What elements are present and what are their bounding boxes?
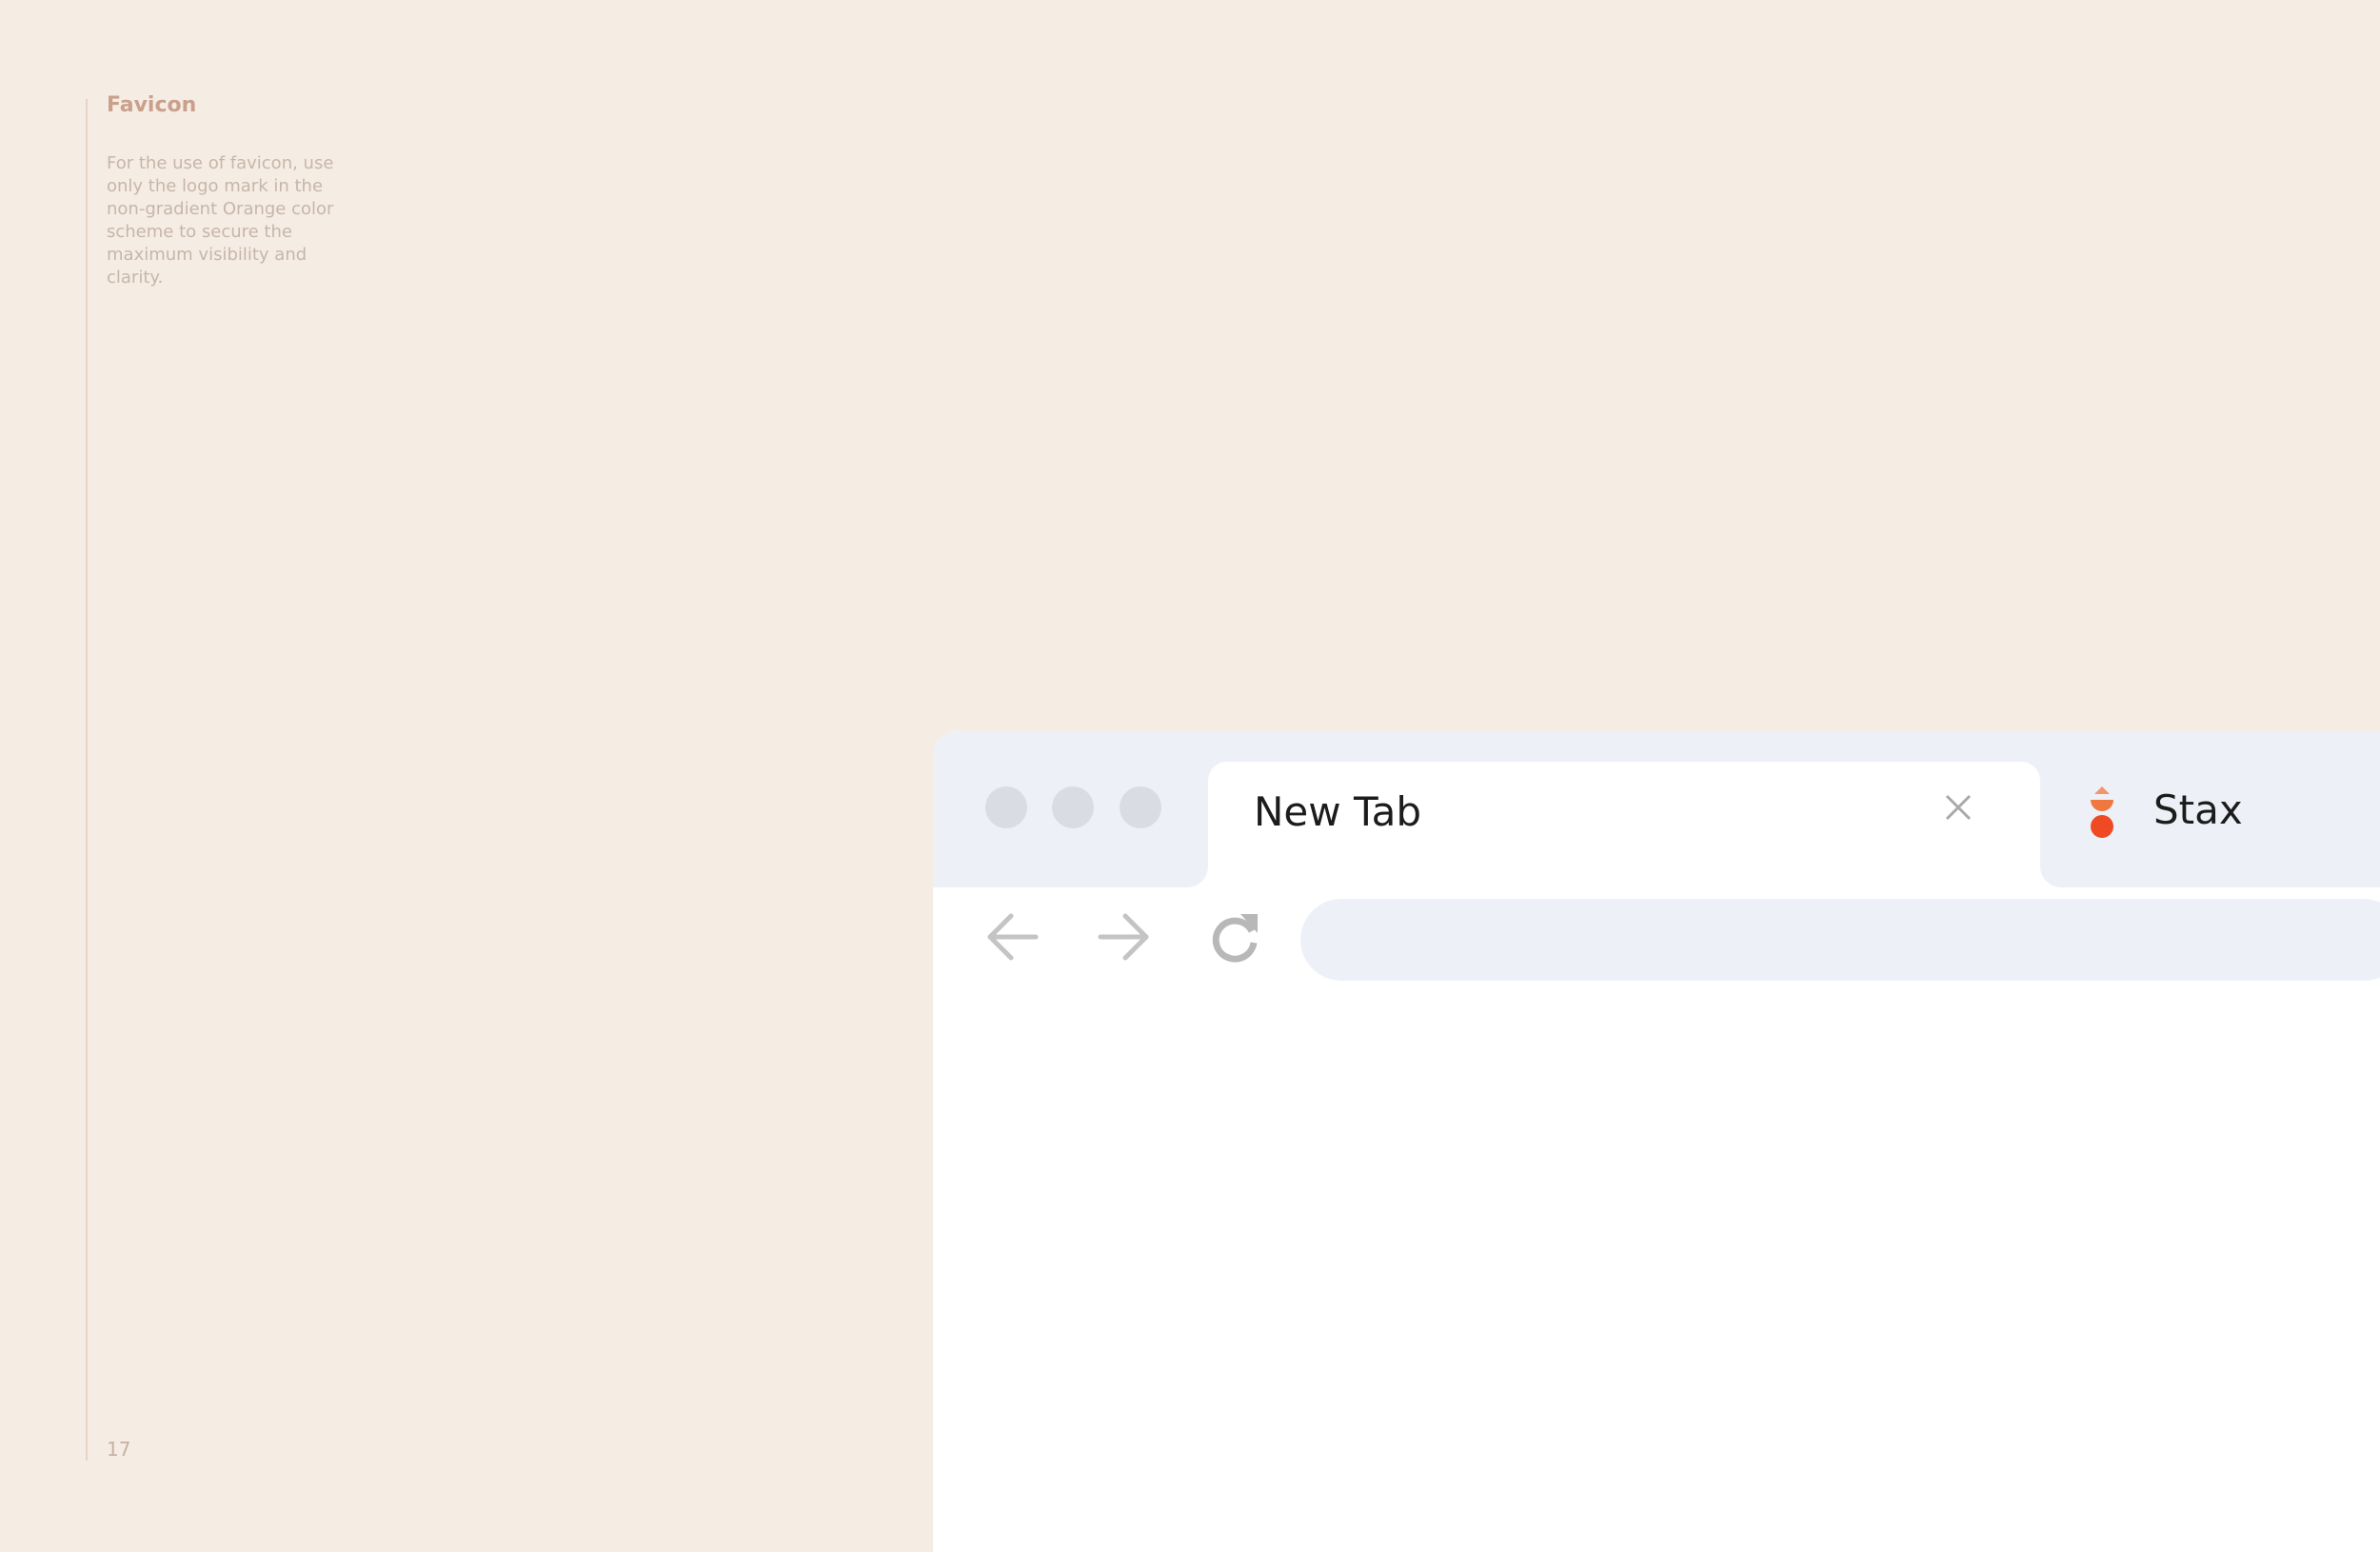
margin-rule: [86, 99, 88, 1461]
tab-stax[interactable]: Stax: [2066, 762, 2380, 857]
address-bar[interactable]: [1300, 899, 2380, 981]
tab-title: Stax: [2153, 786, 2243, 833]
browser-window: New Tab Stax: [933, 731, 2380, 1552]
tab-new-tab[interactable]: New Tab: [1208, 762, 2040, 887]
arrow-right-icon[interactable]: [1093, 906, 1154, 967]
reload-icon[interactable]: [1204, 906, 1265, 967]
section-description: For the use of favicon, use only the log…: [107, 153, 334, 288]
close-icon[interactable]: [1939, 788, 1977, 826]
tab-strip: New Tab Stax: [933, 731, 2380, 887]
window-control-minimize[interactable]: [1052, 786, 1094, 828]
page-number: 17: [107, 1438, 131, 1461]
tab-title: New Tab: [1254, 788, 1422, 835]
section-heading: Favicon: [107, 93, 197, 117]
window-control-close[interactable]: [985, 786, 1027, 828]
stax-logo-icon: [2085, 785, 2119, 846]
arrow-left-icon[interactable]: [982, 906, 1043, 967]
browser-toolbar: [933, 887, 2380, 983]
window-control-maximize[interactable]: [1120, 786, 1161, 828]
